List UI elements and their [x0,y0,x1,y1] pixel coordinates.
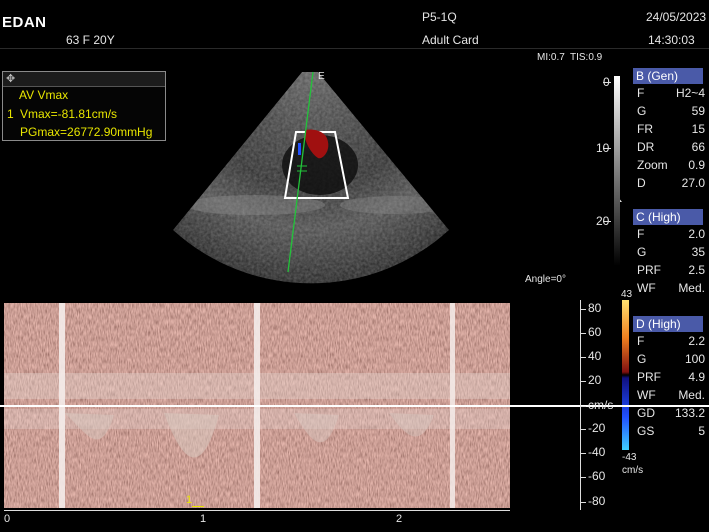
d-mode-param-label: WF [637,388,656,402]
b-mode-param-label: FR [637,122,653,136]
c-mode-param-label: F [637,227,645,241]
velocity-tick-mark [580,477,586,478]
color-scale-bar [622,300,629,450]
velocity-axis [580,300,581,510]
measurement-panel[interactable]: ✥ AV Vmax 1 Vmax=-81.81cm/s PGmax=26772.… [2,71,166,141]
c-mode-param-value: 2.5 [688,263,705,277]
color-scale-min: -43 [622,452,637,463]
b-mode-param-value: 27.0 [681,176,705,190]
velocity-tick-mark [580,333,586,334]
d-mode-param-value: 5 [698,424,705,438]
d-mode-param-value: 2.2 [688,334,705,348]
c-mode-param-label: WF [637,281,656,295]
time-tick-1: 1 [200,513,207,525]
sector-orientation-marker: E [318,71,325,82]
vmax-value: Vmax=-81.81cm/s [20,107,118,121]
c-mode-param-value: 2.0 [688,227,705,241]
depth-scale-bar [614,76,620,266]
velocity-tick-label: -40 [588,445,606,459]
d-mode-param-label: GS [637,424,655,438]
doppler-angle: Angle=0° [525,274,566,285]
c-mode-header[interactable]: C (High) [633,209,703,225]
b-mode-param-label: G [637,104,647,118]
measurement-cursor[interactable]: 1 [186,494,192,506]
velocity-tick-label: cm/s [588,398,614,412]
d-mode-param-value: 133.2 [674,406,705,420]
velocity-tick-mark [580,357,586,358]
b-mode-param-value: 15 [691,122,705,136]
time-tick-0: 0 [4,513,11,525]
d-mode-param-value: Med. [678,388,705,402]
color-scale-unit: cm/s [622,465,644,476]
velocity-tick-mark [580,453,586,454]
b-mode-param-label: D [637,176,646,190]
velocity-tick-label: 60 [588,325,602,339]
pgmax-value: PGmax=26772.90mmHg [20,125,153,139]
b-mode-param-value: H2~4 [675,86,705,100]
move-handle-icon[interactable]: ✥ [6,72,15,85]
measurement-title: AV Vmax [19,88,69,102]
d-mode-param-label: G [637,352,647,366]
b-mode-param-label: DR [637,140,655,154]
velocity-tick-label: 80 [588,301,602,315]
velocity-tick-mark [580,309,586,310]
c-mode-param-value: 35 [691,245,705,259]
d-mode-header[interactable]: D (High) [633,316,703,332]
velocity-tick-label: -80 [588,494,606,508]
d-mode-param-label: PRF [637,370,661,384]
d-mode-param-label: GD [637,406,655,420]
b-mode-param-label: F [637,86,645,100]
velocity-tick-mark [580,381,586,382]
velocity-tick-mark [580,406,586,407]
c-mode-param-value: Med. [678,281,705,295]
velocity-tick-mark [580,429,586,430]
d-mode-param-label: F [637,334,645,348]
velocity-tick-label: 20 [588,373,602,387]
time-tick-2: 2 [396,513,403,525]
b-mode-param-value: 59 [691,104,705,118]
measurement-index: 1 [7,107,14,121]
b-mode-param-label: Zoom [637,158,668,172]
b-mode-param-value: 66 [691,140,705,154]
color-scale-max: 43 [621,289,633,300]
b-mode-param-value: 0.9 [688,158,705,172]
time-axis [4,510,510,511]
velocity-tick-mark [580,502,586,503]
c-mode-param-label: G [637,245,647,259]
velocity-tick-label: -20 [588,421,606,435]
d-mode-param-value: 100 [684,352,705,366]
velocity-tick-label: -60 [588,469,606,483]
b-mode-header[interactable]: B (Gen) [633,68,703,84]
c-mode-param-label: PRF [637,263,661,277]
d-mode-param-value: 4.9 [688,370,705,384]
velocity-tick-label: 40 [588,349,602,363]
